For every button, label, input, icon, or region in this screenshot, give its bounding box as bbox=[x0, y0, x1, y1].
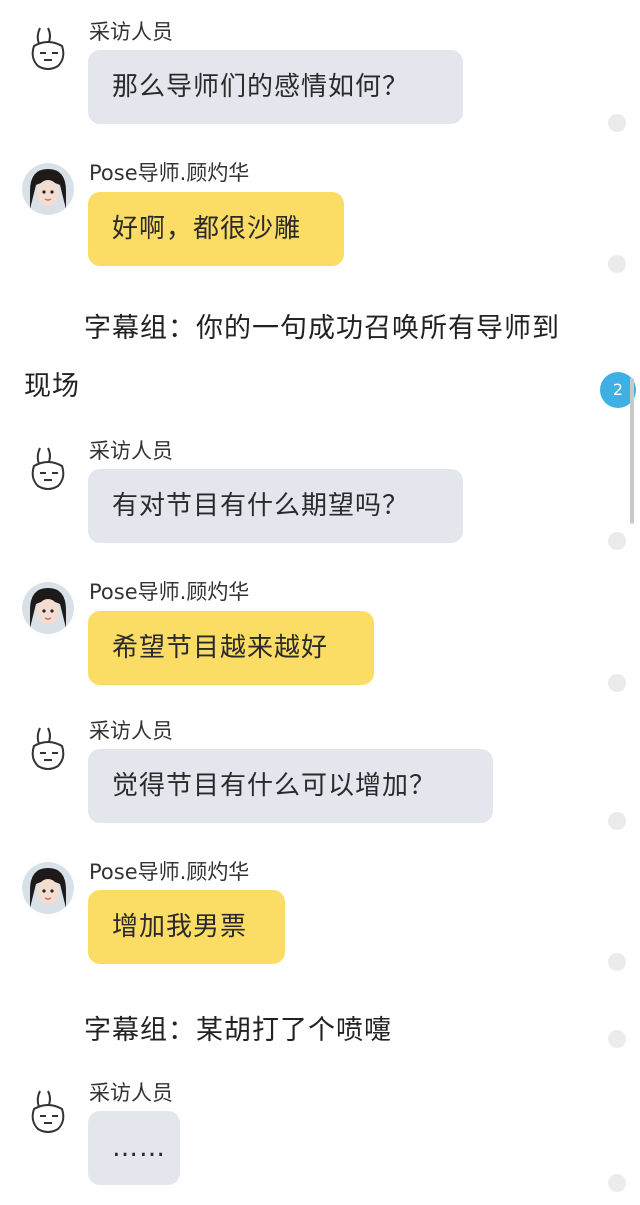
girl-avatar-icon[interactable] bbox=[22, 163, 74, 215]
message-bubble[interactable]: 好啊，都很沙雕 bbox=[88, 192, 344, 266]
status-dot bbox=[608, 114, 626, 132]
narration-line: 现场 bbox=[24, 371, 80, 402]
narration-line: 字幕组：你的一句成功召唤所有导师到 bbox=[84, 313, 560, 344]
rabbit-avatar-icon[interactable] bbox=[22, 442, 74, 494]
message-bubble[interactable]: 希望节目越来越好 bbox=[88, 611, 374, 685]
status-dot bbox=[608, 674, 626, 692]
status-dot bbox=[608, 255, 626, 273]
status-dot bbox=[608, 1030, 626, 1048]
girl-avatar-icon[interactable] bbox=[22, 862, 74, 914]
status-dot bbox=[608, 532, 626, 550]
status-dot bbox=[608, 812, 626, 830]
sender-name: Pose导师.顾灼华 bbox=[89, 860, 250, 884]
rabbit-avatar-icon[interactable] bbox=[22, 22, 74, 74]
girl-avatar-icon[interactable] bbox=[22, 582, 74, 634]
sender-name: 采访人员 bbox=[89, 719, 173, 743]
rabbit-avatar-icon[interactable] bbox=[22, 722, 74, 774]
sender-name: Pose导师.顾灼华 bbox=[89, 161, 250, 185]
narration-line: 字幕组：某胡打了个喷嚏 bbox=[84, 1015, 392, 1046]
sender-name: 采访人员 bbox=[89, 1081, 173, 1105]
rabbit-avatar-icon[interactable] bbox=[22, 1085, 74, 1137]
message-bubble[interactable]: 有对节目有什么期望吗？ bbox=[88, 469, 463, 543]
sender-name: 采访人员 bbox=[89, 439, 173, 463]
message-bubble[interactable]: 那么导师们的感情如何？ bbox=[88, 50, 463, 124]
message-bubble[interactable]: 增加我男票 bbox=[88, 890, 285, 964]
message-bubble[interactable]: 觉得节目有什么可以增加？ bbox=[88, 749, 493, 823]
scrollbar[interactable] bbox=[630, 378, 634, 524]
status-dot bbox=[608, 1174, 626, 1192]
sender-name: Pose导师.顾灼华 bbox=[89, 580, 250, 604]
message-bubble[interactable]: …… bbox=[88, 1111, 180, 1185]
sender-name: 采访人员 bbox=[89, 20, 173, 44]
status-dot bbox=[608, 953, 626, 971]
